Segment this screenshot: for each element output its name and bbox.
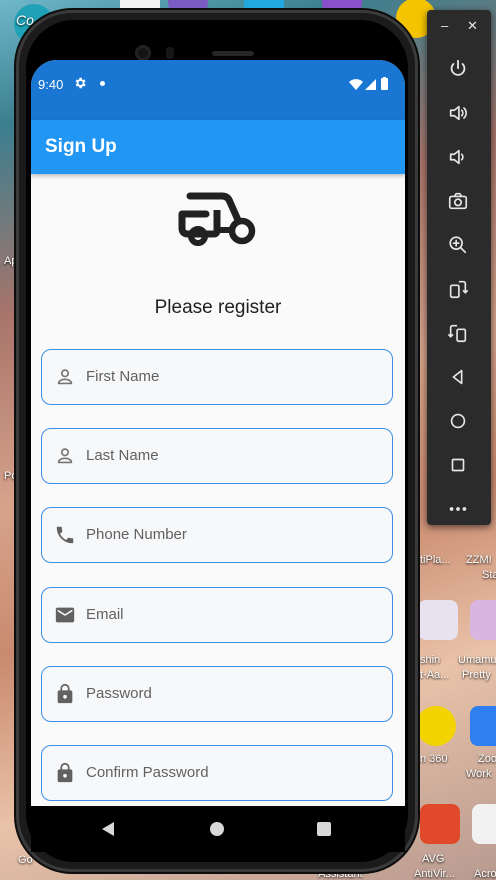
- confirm-password-field[interactable]: [41, 745, 393, 801]
- more-icon: [449, 507, 467, 511]
- minimize-button[interactable]: –: [441, 18, 448, 34]
- settings-icon: [75, 77, 86, 89]
- desktop-label: AVG: [422, 853, 445, 865]
- device-screen: 9:40 Sign Up Please register: [31, 60, 405, 806]
- scooter-logo-icon: [178, 192, 256, 246]
- desktop-icon-tile: [472, 804, 496, 844]
- phone-number-field[interactable]: [41, 507, 393, 563]
- power-button[interactable]: [445, 56, 471, 82]
- desktop-label: shin: [420, 654, 441, 666]
- status-time: 9:40: [38, 77, 64, 92]
- overview-button[interactable]: [445, 452, 471, 478]
- back-icon: [452, 369, 463, 385]
- desktop-label: Zoo: [478, 753, 496, 765]
- lock-icon: [57, 762, 73, 783]
- screenshot-button[interactable]: [445, 188, 471, 214]
- phone-number-input[interactable]: [86, 508, 382, 561]
- password-input[interactable]: [86, 667, 382, 720]
- first-name-input[interactable]: [86, 350, 382, 403]
- nav-back-icon[interactable]: [101, 821, 115, 837]
- power-icon: [450, 59, 466, 76]
- signal-icons: [349, 77, 388, 90]
- desktop-label: n 360: [420, 753, 448, 765]
- desktop-label: Work: [466, 768, 492, 780]
- person-icon: [57, 448, 73, 464]
- volume-up-button[interactable]: [445, 100, 471, 126]
- register-heading: Please register: [154, 297, 282, 318]
- rotate-right-icon: [447, 324, 467, 343]
- zoom-in-icon: [449, 236, 467, 254]
- status-bar: 9:40: [31, 60, 405, 120]
- overview-icon: [451, 458, 465, 472]
- home-button[interactable]: [445, 408, 471, 434]
- desktop-label: Sta: [482, 569, 496, 581]
- earpiece-speaker: [212, 51, 254, 56]
- proximity-sensor: [166, 47, 174, 59]
- desktop-icon-tile: [470, 600, 496, 640]
- desktop-label: Pretty: [462, 669, 491, 681]
- confirm-password-input[interactable]: [86, 746, 382, 799]
- email-field[interactable]: [41, 587, 393, 643]
- rotate-left-button[interactable]: [445, 276, 471, 302]
- desktop-label: tiPla...: [420, 554, 451, 566]
- desktop-icon-tile: [420, 804, 460, 844]
- camera-icon: [448, 192, 468, 210]
- email-icon: [55, 607, 75, 623]
- front-camera: [135, 45, 151, 61]
- first-name-field[interactable]: [41, 349, 393, 405]
- desktop-label: t-Aa...: [420, 669, 450, 681]
- page-title: Sign Up: [45, 136, 117, 157]
- close-button[interactable]: ✕: [467, 18, 478, 34]
- desktop-label: Acro: [474, 868, 496, 880]
- password-field[interactable]: [41, 666, 393, 722]
- volume-down-icon: [449, 149, 464, 165]
- rotate-right-button[interactable]: [445, 320, 471, 346]
- emulator-toolbar: – ✕: [427, 10, 491, 525]
- desktop-icon-tile: [470, 706, 496, 746]
- more-button[interactable]: [445, 496, 471, 522]
- notification-dot: [100, 81, 105, 86]
- last-name-input[interactable]: [86, 429, 382, 482]
- phone-icon: [56, 526, 74, 544]
- volume-down-button[interactable]: [445, 144, 471, 170]
- desktop-label: AntiVir...: [414, 868, 455, 880]
- zoom-button[interactable]: [445, 232, 471, 258]
- email-input[interactable]: [86, 588, 382, 641]
- last-name-field[interactable]: [41, 428, 393, 484]
- desktop-label: ZZMI: [466, 554, 492, 566]
- lock-icon: [57, 683, 73, 704]
- system-nav-bar: [31, 806, 405, 852]
- app-bar: Sign Up: [31, 120, 405, 174]
- volume-up-icon: [449, 105, 467, 121]
- rotate-left-icon: [449, 280, 469, 299]
- nav-home-icon[interactable]: [210, 822, 224, 836]
- nav-recents-icon[interactable]: [317, 822, 331, 836]
- desktop-icon-tile: [418, 600, 458, 640]
- desktop-label: Umamu: [458, 654, 496, 666]
- desktop-icon-tile: [416, 706, 456, 746]
- desktop-label: Go: [18, 854, 33, 866]
- home-icon: [450, 413, 466, 429]
- back-button[interactable]: [445, 364, 471, 390]
- person-icon: [57, 369, 73, 385]
